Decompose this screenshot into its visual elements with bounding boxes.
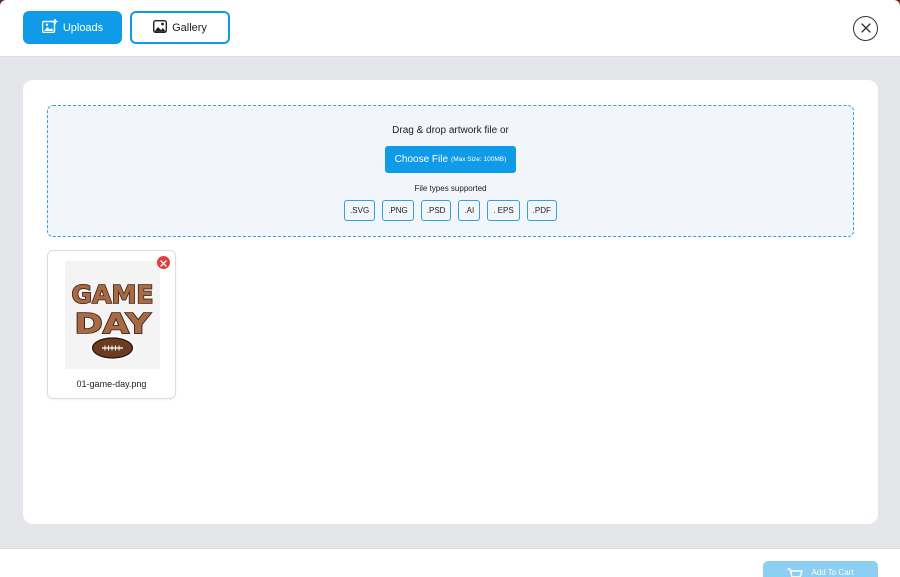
corner-decoration (0, 0, 6, 6)
file-dropzone[interactable]: Drag & drop artwork file or Choose File … (47, 105, 854, 237)
file-type-chip: .AI (458, 200, 481, 221)
close-icon (160, 254, 167, 272)
uploaded-file-name: 01-game-day.png (76, 379, 147, 389)
corner-decoration (894, 0, 900, 6)
uploaded-file-card[interactable]: GAME DAY 01-game-day.png (47, 250, 176, 399)
tab-gallery[interactable]: Gallery (130, 11, 230, 44)
uploaded-file-thumbnail: GAME DAY (65, 261, 160, 369)
tab-label: Gallery (172, 21, 207, 34)
dropzone-title: Drag & drop artwork file or (392, 125, 509, 136)
modal-footer: Add To Cart (0, 548, 900, 577)
football-icon (89, 336, 136, 360)
add-image-icon (41, 19, 58, 36)
tab-label: Uploads (62, 21, 104, 34)
choose-file-button[interactable]: Choose File (Max Size: 100MB) (385, 146, 516, 173)
cart-icon (787, 568, 804, 577)
close-button[interactable] (853, 16, 878, 41)
file-type-chip: .PDF (526, 200, 557, 221)
add-to-cart-label: Add To Cart (811, 568, 854, 577)
file-types-list: .SVG .PNG .PSD .AI . EPS .PDF (48, 200, 853, 221)
thumbnail-text-game: GAME (72, 280, 154, 309)
close-icon (860, 20, 871, 38)
file-types-label: File types supported (414, 184, 487, 193)
choose-file-label: Choose File (394, 154, 449, 165)
remove-file-button[interactable] (157, 256, 170, 269)
modal-header: Uploads Gallery (0, 0, 900, 57)
tab-uploads[interactable]: Uploads (23, 11, 122, 44)
max-size-note: (Max Size: 100MB) (451, 156, 507, 163)
file-type-chip: .PNG (382, 200, 414, 221)
file-type-chip: . EPS (487, 200, 520, 221)
thumbnail-text-day: DAY (75, 307, 152, 340)
file-type-chip: .SVG (344, 200, 376, 221)
file-type-chip: .PSD (420, 200, 452, 221)
upload-panel: Drag & drop artwork file or Choose File … (23, 80, 878, 524)
add-to-cart-button[interactable]: Add To Cart (763, 561, 878, 577)
image-icon (153, 19, 168, 36)
